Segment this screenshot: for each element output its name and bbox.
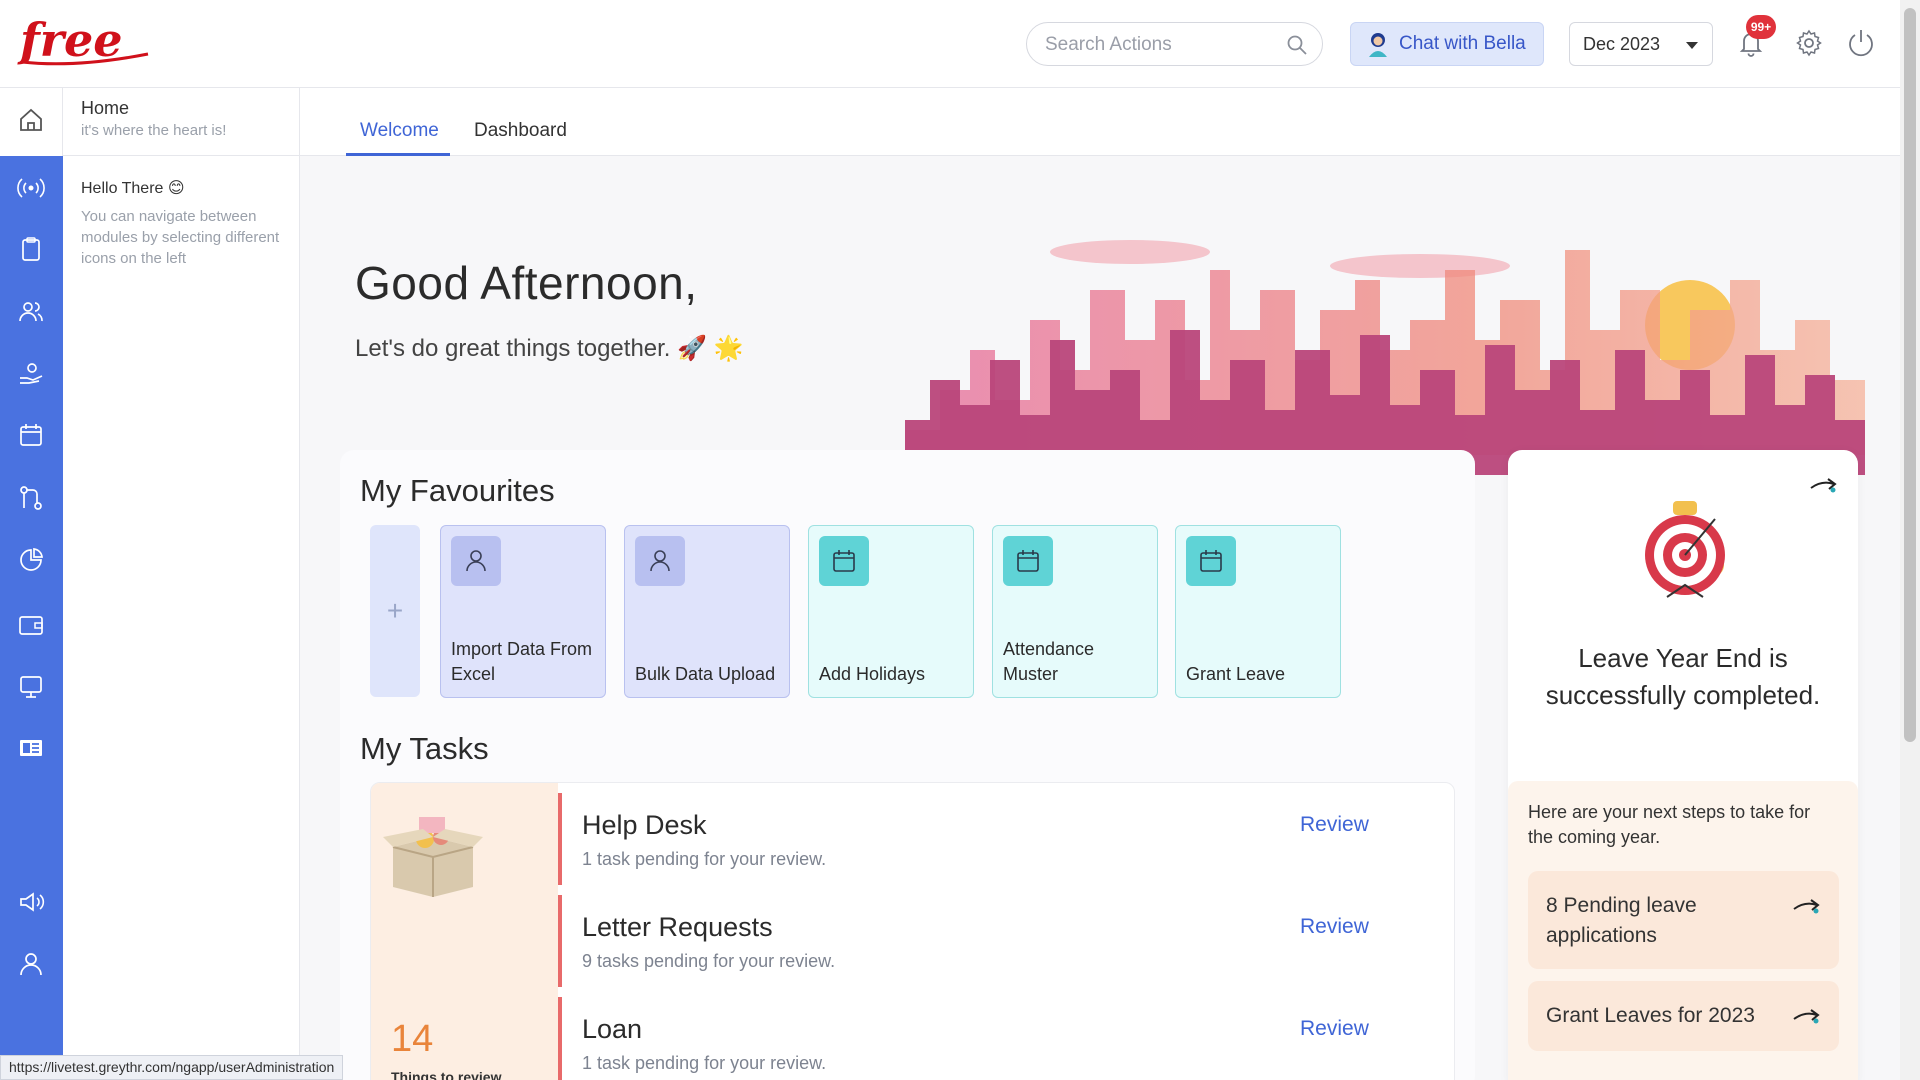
notification-badge: 99+ <box>1746 15 1776 39</box>
calendar-icon <box>819 536 869 586</box>
fav-label: Bulk Data Upload <box>635 664 776 684</box>
add-favourite-button[interactable]: + <box>370 525 420 697</box>
free-logo[interactable]: free <box>16 14 156 72</box>
review-link[interactable]: Review <box>1300 1017 1369 1041</box>
leave-year-end-title: Leave Year End is successfully completed… <box>1545 643 1821 710</box>
wallet-icon[interactable] <box>17 610 45 638</box>
arrow-right-icon <box>1793 1009 1820 1024</box>
tasks-count-label: Things to review <box>391 1069 502 1080</box>
page-tabs: Welcome Dashboard <box>300 88 1900 156</box>
month-value: Dec 2023 <box>1583 33 1661 54</box>
hand-coin-icon[interactable] <box>17 360 45 388</box>
monitor-icon[interactable] <box>17 673 45 701</box>
task-desc: 9 tasks pending for your review. <box>582 951 836 971</box>
chat-button-label: Chat with Bella <box>1399 33 1526 54</box>
review-link[interactable]: Review <box>1300 915 1369 939</box>
city-skyline-illustration <box>905 240 1865 475</box>
task-accent-bar <box>558 793 562 885</box>
task-row-help-desk: Help Desk 1 task pending for your review… <box>558 783 1454 885</box>
search-icon[interactable] <box>1286 34 1308 56</box>
tasks-title: My Tasks <box>360 731 489 766</box>
active-tab-indicator <box>346 153 450 156</box>
step-label: 8 Pending leave applications <box>1546 894 1697 947</box>
fav-add-holidays[interactable]: Add Holidays <box>808 525 974 698</box>
bella-avatar-icon <box>1369 33 1387 57</box>
calendar-icon <box>1003 536 1053 586</box>
user-icon <box>635 536 685 586</box>
fav-label: Import Data From Excel <box>451 639 593 684</box>
tasks-count: 14 <box>391 1018 434 1060</box>
user-icon <box>451 536 501 586</box>
next-steps-text: Here are your next steps to take for the… <box>1528 802 1811 847</box>
clipboard-icon[interactable] <box>17 235 45 263</box>
search-box[interactable] <box>1026 22 1323 66</box>
sidebar-home-title: Home <box>81 98 130 118</box>
fav-bulk-data-upload[interactable]: Bulk Data Upload <box>624 525 790 698</box>
sidebar-home-subtitle: it's where the heart is! <box>81 122 227 139</box>
calendar-icon <box>1186 536 1236 586</box>
sidebar-hello: Hello There 😊 <box>81 180 185 197</box>
task-row-loan: Loan 1 task pending for your review. Rev… <box>558 987 1454 1080</box>
power-icon[interactable] <box>1845 27 1877 59</box>
task-name: Help Desk <box>582 810 707 840</box>
tasks-summary: 14 Things to review <box>371 783 558 1080</box>
logo-text: free <box>17 14 123 67</box>
review-link[interactable]: Review <box>1300 813 1369 837</box>
search-input[interactable] <box>1045 33 1285 57</box>
secondary-sidebar: Home it's where the heart is! Hello Ther… <box>63 88 300 1080</box>
task-accent-bar <box>558 997 562 1080</box>
tab-dashboard[interactable]: Dashboard <box>474 120 567 142</box>
pie-chart-icon[interactable] <box>17 546 45 574</box>
tab-welcome[interactable]: Welcome <box>360 120 439 142</box>
tasks-card: 14 Things to review Help Desk 1 task pen… <box>370 782 1455 1080</box>
calendar-icon[interactable] <box>17 421 45 449</box>
megaphone-icon[interactable] <box>17 888 45 916</box>
browser-status-url: https://livetest.greythr.com/ngapp/userA… <box>0 1055 344 1080</box>
task-row-letter-requests: Letter Requests 9 tasks pending for your… <box>558 885 1454 987</box>
sidebar-hint: You can navigate between modules by sele… <box>81 208 280 267</box>
chevron-down-icon <box>1686 42 1698 49</box>
workflow-icon[interactable] <box>17 484 45 512</box>
broadcast-icon[interactable] <box>17 174 45 202</box>
task-name: Letter Requests <box>582 912 773 942</box>
target-trophy-illustration <box>1645 501 1725 598</box>
step-label: Grant Leaves for 2023 <box>1546 1004 1755 1027</box>
greeting-subtext: Let's do great things together. 🚀 🌟 <box>355 335 744 362</box>
arrow-right-icon <box>1793 899 1820 914</box>
user-icon[interactable] <box>17 950 45 978</box>
task-accent-bar <box>558 895 562 987</box>
task-desc: 1 task pending for your review. <box>582 849 827 869</box>
task-desc: 1 task pending for your review. <box>582 1053 827 1073</box>
top-bar: free Chat with Bella Dec 2023 99+ <box>0 0 1900 88</box>
fav-label: Attendance Muster <box>1003 639 1095 684</box>
document-icon[interactable] <box>17 734 45 762</box>
fav-label: Grant Leave <box>1186 664 1286 684</box>
scrollbar-thumb[interactable] <box>1904 8 1916 742</box>
rail-home-item[interactable] <box>0 88 63 156</box>
fav-import-data-from-excel[interactable]: Import Data From Excel <box>440 525 606 698</box>
fav-label: Add Holidays <box>819 664 926 684</box>
fav-grant-leave[interactable]: Grant Leave <box>1175 525 1341 698</box>
sidebar-divider <box>63 155 300 156</box>
greeting-heading: Good Afternoon, <box>355 257 698 309</box>
month-selector[interactable]: Dec 2023 <box>1569 22 1713 66</box>
step-grant-leaves-2023[interactable]: Grant Leaves for 2023 <box>1528 981 1839 1051</box>
favourites-title: My Favourites <box>360 473 555 508</box>
arrow-right-icon[interactable] <box>1808 474 1838 496</box>
people-icon[interactable] <box>17 298 45 326</box>
step-pending-leave-applications[interactable]: 8 Pending leave applications <box>1528 871 1839 969</box>
home-icon <box>20 108 42 131</box>
fav-attendance-muster[interactable]: Attendance Muster <box>992 525 1158 698</box>
box-illustration <box>383 817 483 897</box>
task-name: Loan <box>582 1014 643 1044</box>
chat-with-bella-button[interactable]: Chat with Bella <box>1350 22 1544 66</box>
gear-icon[interactable] <box>1794 28 1824 58</box>
